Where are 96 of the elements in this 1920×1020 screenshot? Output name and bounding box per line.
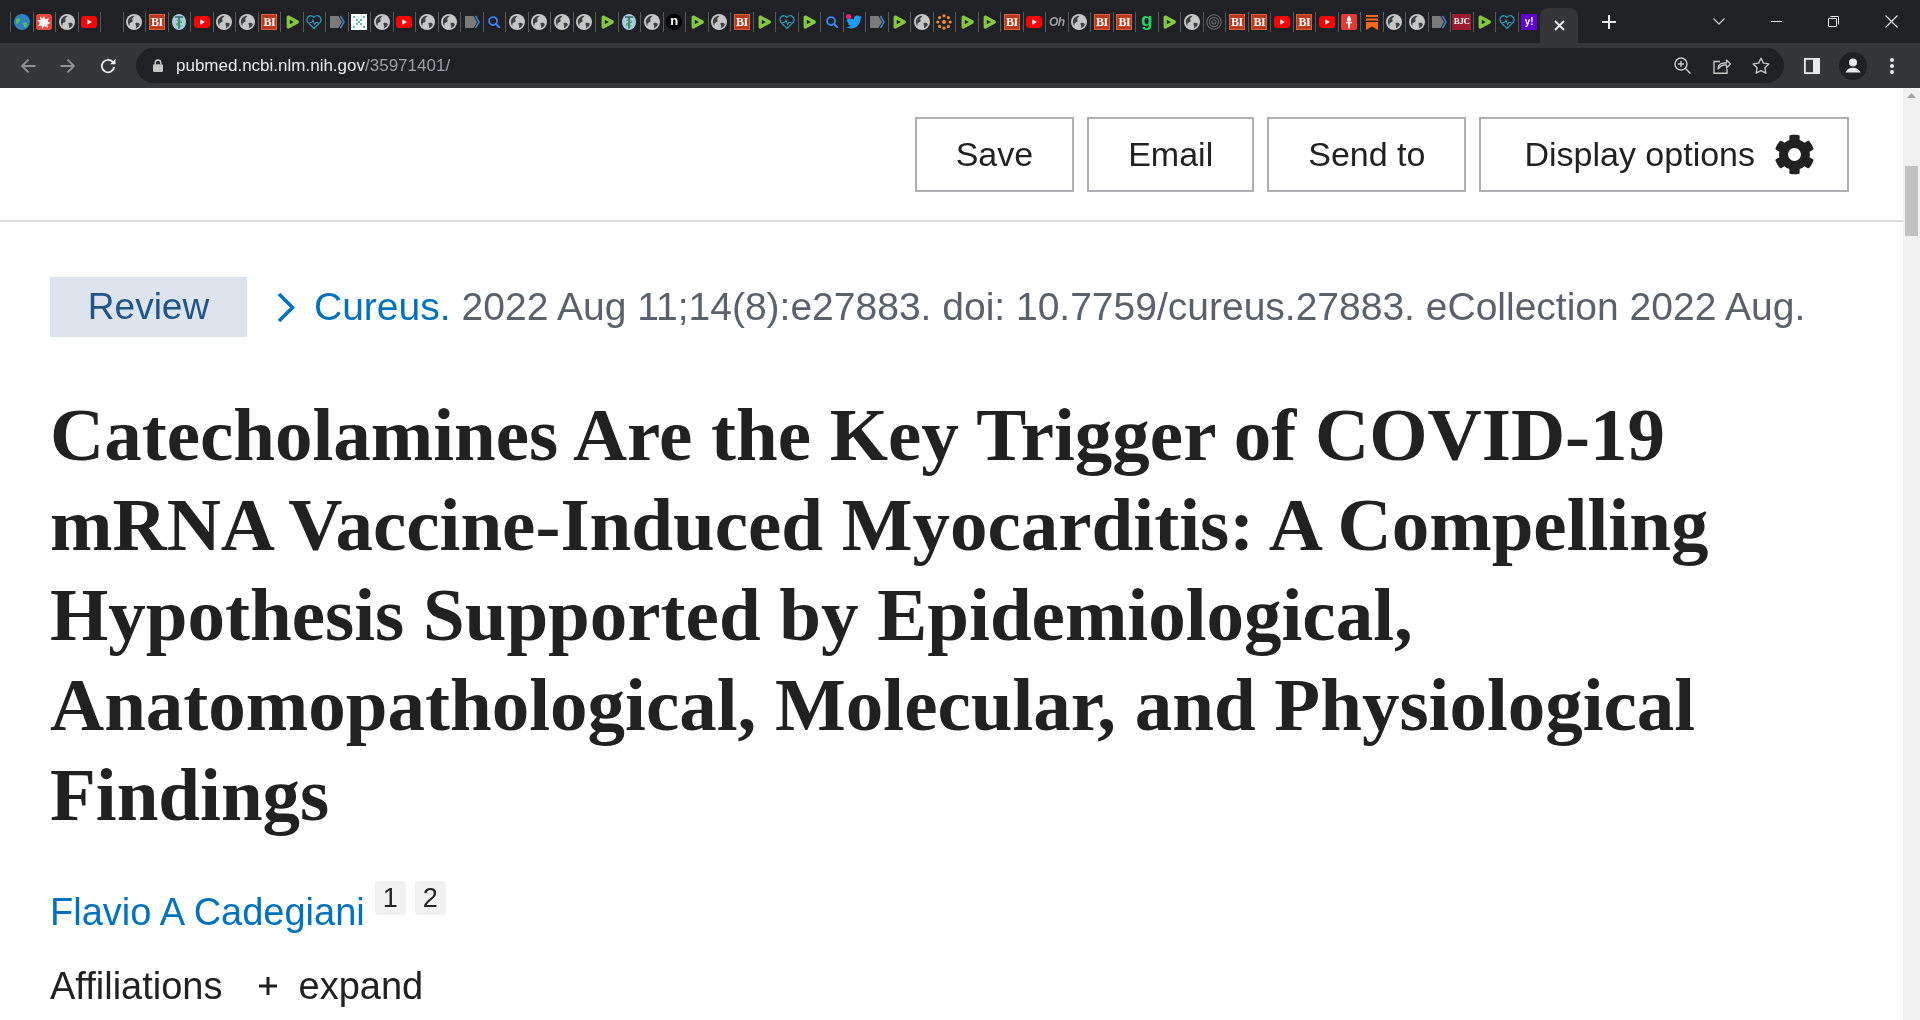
- earth-icon[interactable]: [13, 13, 30, 30]
- heart-icon[interactable]: [1498, 13, 1515, 30]
- star-icon[interactable]: [1751, 57, 1770, 74]
- search-icon[interactable]: [825, 15, 838, 28]
- plus-icon: [258, 977, 277, 995]
- globe-icon[interactable]: [531, 13, 548, 30]
- settings-icon: [1774, 134, 1815, 175]
- chevron-down-icon[interactable]: [1713, 18, 1725, 25]
- author-link[interactable]: Flavio A Cadegiani: [50, 884, 365, 941]
- restore-icon[interactable]: [1828, 16, 1839, 27]
- new-tab-icon[interactable]: [1602, 14, 1616, 29]
- globe-icon[interactable]: [126, 13, 143, 30]
- article-title: Catecholamines Are the Key Trigger of COVID-19 mRNA Vaccine-Induced Myocarditis: A Compelling Hypothesis Supported by Epidemiological, Anatomopathological, Molecular, and Physiological Findings: [50, 392, 1710, 838]
- globe-icon[interactable]: [643, 13, 660, 30]
- affiliation-ref-link[interactable]: 2: [414, 881, 446, 915]
- browser-tab[interactable]: [1540, 8, 1578, 43]
- affiliation-ref-link[interactable]: 1: [374, 881, 406, 915]
- settings-button[interactable]: Display options: [1479, 117, 1849, 192]
- globe-icon[interactable]: [553, 13, 570, 30]
- globe-icon[interactable]: [441, 13, 458, 30]
- affiliations-label: Affiliations: [50, 964, 223, 1009]
- reload-icon[interactable]: [100, 57, 116, 74]
- heart-icon[interactable]: [778, 13, 795, 30]
- play-icon[interactable]: [801, 13, 818, 30]
- close-icon[interactable]: [1553, 20, 1565, 31]
- letter-logo[interactable]: Oh: [1048, 13, 1065, 30]
- action-button[interactable]: Send to: [1267, 117, 1467, 192]
- torch-icon[interactable]: [1341, 13, 1358, 30]
- globe-icon[interactable]: [1386, 13, 1403, 30]
- letter-logo[interactable]: n: [666, 13, 683, 30]
- side-panel-icon[interactable]: [1804, 57, 1820, 74]
- caduceus-icon[interactable]: [171, 13, 188, 30]
- chevron-icon[interactable]: [328, 13, 345, 30]
- heart-icon[interactable]: [306, 13, 323, 30]
- letter-logo[interactable]: BI: [733, 13, 750, 30]
- bookmark-icon[interactable]: [1363, 13, 1380, 30]
- rings-icon[interactable]: [1206, 13, 1223, 30]
- globe-icon[interactable]: [216, 13, 233, 30]
- sunburst-icon[interactable]: [936, 13, 953, 30]
- video-play-icon[interactable]: [1318, 15, 1335, 28]
- chevron-icon[interactable]: [868, 13, 885, 30]
- letter-logo[interactable]: BI: [1296, 13, 1313, 30]
- citation-text: 2022 Aug 11;14(8):e27883. doi: 10.7759/cureus.27883. eCollection 2022 Aug.: [461, 283, 1806, 330]
- letter-logo[interactable]: y!: [1521, 13, 1538, 30]
- chevron-right-icon: [277, 291, 295, 323]
- chevron-icon[interactable]: [1431, 13, 1448, 30]
- expand-toggle[interactable]: expand: [258, 963, 424, 1009]
- play-icon[interactable]: [981, 13, 998, 30]
- publication-type-tag: Review: [50, 277, 247, 337]
- action-button[interactable]: Save: [914, 117, 1075, 192]
- profile-icon[interactable]: [1839, 51, 1867, 80]
- bird-icon[interactable]: [846, 13, 863, 30]
- zoom-in-icon[interactable]: [1674, 57, 1691, 74]
- video-play-icon[interactable]: [1026, 15, 1043, 28]
- video-play-icon[interactable]: [193, 15, 210, 28]
- close-icon[interactable]: [1884, 15, 1898, 28]
- video-play-icon[interactable]: [396, 15, 413, 28]
- globe-icon[interactable]: [58, 13, 75, 30]
- globe-icon[interactable]: [576, 13, 593, 30]
- letter-logo[interactable]: BI: [1251, 13, 1268, 30]
- action-button[interactable]: Email: [1087, 117, 1255, 192]
- journal-link[interactable]: Cureus.: [314, 277, 451, 337]
- video-play-icon[interactable]: [1273, 15, 1290, 28]
- globe-icon[interactable]: [913, 13, 930, 30]
- globe-icon[interactable]: [418, 13, 435, 30]
- letter-logo[interactable]: BI: [1228, 13, 1245, 30]
- globe-icon[interactable]: [238, 13, 255, 30]
- pattern-tile-icon[interactable]: [351, 13, 368, 30]
- play-icon[interactable]: [1476, 13, 1493, 30]
- letter-logo[interactable]: BI: [1093, 13, 1110, 30]
- menu-icon[interactable]: [1890, 57, 1894, 74]
- lock-icon[interactable]: [153, 59, 163, 72]
- globe-icon[interactable]: [1071, 13, 1088, 30]
- globe-icon[interactable]: [711, 13, 728, 30]
- splash-icon[interactable]: [36, 13, 53, 30]
- letter-logo[interactable]: BI: [1003, 13, 1020, 30]
- globe-icon[interactable]: [1408, 13, 1425, 30]
- address-bar[interactable]: pubmed.ncbi.nlm.nih.gov/35971401/: [136, 48, 1784, 83]
- url-text: pubmed.ncbi.nlm.nih.gov/35971401/: [176, 54, 451, 77]
- letter-logo[interactable]: BI: [1116, 13, 1133, 30]
- letter-logo[interactable]: BI: [148, 13, 165, 30]
- search-icon[interactable]: [488, 15, 501, 28]
- letter-logo[interactable]: BI: [261, 13, 278, 30]
- play-icon[interactable]: [1161, 13, 1178, 30]
- letter-logo[interactable]: BJC: [1452, 13, 1472, 30]
- share-icon[interactable]: [1712, 57, 1731, 74]
- chevron-icon[interactable]: [463, 13, 480, 30]
- globe-icon[interactable]: [1183, 13, 1200, 30]
- play-icon[interactable]: [891, 13, 908, 30]
- scrollbar-thumb[interactable]: [1905, 166, 1918, 236]
- globe-icon[interactable]: [373, 13, 390, 30]
- globe-icon[interactable]: [508, 13, 525, 30]
- play-icon[interactable]: [756, 13, 773, 30]
- video-play-icon[interactable]: [81, 15, 98, 28]
- caduceus-icon[interactable]: [621, 13, 638, 30]
- letter-logo[interactable]: g: [1140, 12, 1153, 31]
